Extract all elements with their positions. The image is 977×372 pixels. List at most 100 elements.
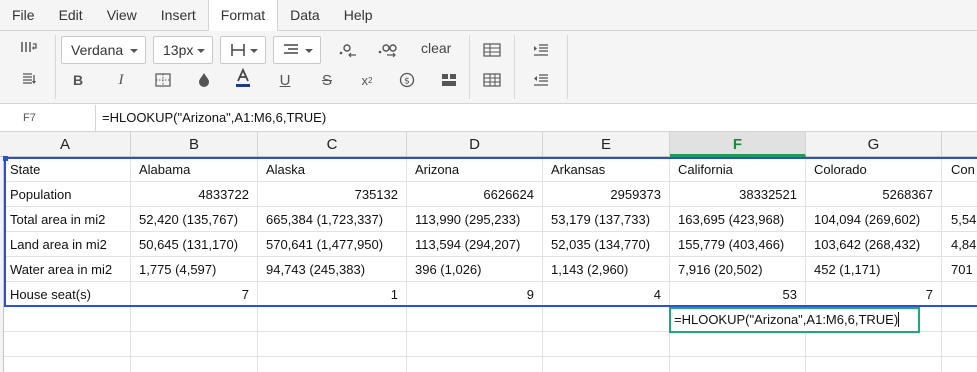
cell-c3[interactable]: 665,384 (1,723,337) — [258, 207, 407, 232]
font-size-dropdown[interactable]: 13px — [153, 36, 213, 64]
selection-handle[interactable] — [3, 156, 8, 161]
menu-format[interactable]: Format — [207, 0, 279, 32]
table-grid-icon[interactable] — [479, 68, 505, 92]
cell-e2[interactable]: 2959373 — [543, 182, 670, 207]
column-header-h[interactable] — [942, 132, 977, 157]
column-header-a[interactable]: A — [0, 132, 131, 157]
superscript-icon[interactable]: x2 — [354, 68, 380, 92]
font-family-dropdown[interactable]: Verdana — [61, 36, 146, 64]
currency-icon[interactable]: $ — [394, 68, 420, 92]
cell-g9[interactable] — [806, 357, 942, 372]
cell-a4[interactable]: Land area in mi2 — [4, 232, 131, 257]
menu-help[interactable]: Help — [332, 0, 385, 31]
cell-c2[interactable]: 735132 — [258, 182, 407, 207]
cell-h8[interactable] — [942, 332, 977, 357]
cell-reference[interactable]: F7 — [0, 105, 96, 131]
cell-d7[interactable] — [407, 307, 543, 332]
clear-button[interactable]: clear — [421, 40, 451, 56]
cell-f8[interactable] — [670, 332, 806, 357]
cell-h5[interactable]: 701 — [942, 257, 977, 282]
cell-c6[interactable]: 1 — [258, 282, 407, 307]
cell-b7[interactable] — [131, 307, 258, 332]
cell-d5[interactable]: 396 (1,026) — [407, 257, 543, 282]
cell-e9[interactable] — [543, 357, 670, 372]
decrease-decimal-icon[interactable] — [335, 38, 361, 62]
cell-h4[interactable]: 4,84 — [942, 232, 977, 257]
menu-insert[interactable]: Insert — [149, 0, 208, 31]
increase-decimal-icon[interactable] — [376, 38, 402, 62]
menu-data[interactable]: Data — [278, 0, 332, 31]
column-header-d[interactable]: D — [407, 132, 543, 157]
cell-e6[interactable]: 4 — [543, 282, 670, 307]
cell-h3[interactable]: 5,54 — [942, 207, 977, 232]
cell-a1[interactable]: State — [4, 157, 131, 182]
cell-a8[interactable] — [4, 332, 131, 357]
cell-c7[interactable] — [258, 307, 407, 332]
align-middle-icon[interactable] — [16, 67, 42, 91]
merge-cells-icon[interactable] — [436, 68, 462, 92]
strikethrough-icon[interactable]: S — [314, 68, 340, 92]
wrap-text-icon[interactable] — [16, 36, 42, 60]
menu-view[interactable]: View — [95, 0, 149, 31]
bold-icon[interactable]: B — [65, 68, 91, 92]
cell-e7[interactable] — [543, 307, 670, 332]
cell-c9[interactable] — [258, 357, 407, 372]
cell-f2[interactable]: 38332521 — [670, 182, 806, 207]
cell-g2[interactable]: 5268367 — [806, 182, 942, 207]
column-header-c[interactable]: C — [258, 132, 407, 157]
cell-b3[interactable]: 52,420 (135,767) — [131, 207, 258, 232]
cell-g8[interactable] — [806, 332, 942, 357]
underline-icon[interactable]: U — [272, 68, 298, 92]
cell-d3[interactable]: 113,990 (295,233) — [407, 207, 543, 232]
cell-a6[interactable]: House seat(s) — [4, 282, 131, 307]
fill-color-icon[interactable] — [191, 68, 217, 92]
cell-editor[interactable]: =HLOOKUP("Arizona",A1:M6,6,TRUE) — [669, 307, 920, 333]
cell-g4[interactable]: 103,642 (268,432) — [806, 232, 942, 257]
column-header-b[interactable]: B — [131, 132, 258, 157]
cell-c5[interactable]: 94,743 (245,383) — [258, 257, 407, 282]
align-dropdown[interactable] — [273, 36, 321, 64]
cell-c1[interactable]: Alaska — [258, 157, 407, 182]
column-header-g[interactable]: G — [806, 132, 942, 157]
cell-b8[interactable] — [131, 332, 258, 357]
column-header-f[interactable]: F — [670, 132, 806, 157]
border-dropdown[interactable] — [220, 36, 266, 64]
cell-h2[interactable] — [942, 182, 977, 207]
cell-g5[interactable]: 452 (1,171) — [806, 257, 942, 282]
cell-e1[interactable]: Arkansas — [543, 157, 670, 182]
cell-c4[interactable]: 570,641 (1,477,950) — [258, 232, 407, 257]
cell-a7[interactable] — [4, 307, 131, 332]
cell-a5[interactable]: Water area in mi2 — [4, 257, 131, 282]
cell-g6[interactable]: 7 — [806, 282, 942, 307]
menu-file[interactable]: File — [0, 0, 47, 31]
italic-icon[interactable]: I — [108, 68, 134, 92]
cell-b2[interactable]: 4833722 — [131, 182, 258, 207]
menu-edit[interactable]: Edit — [47, 0, 95, 31]
cell-g3[interactable]: 104,094 (269,602) — [806, 207, 942, 232]
cell-h9[interactable] — [942, 357, 977, 372]
font-color-icon[interactable] — [230, 66, 256, 90]
cell-b9[interactable] — [131, 357, 258, 372]
cell-e3[interactable]: 53,179 (137,733) — [543, 207, 670, 232]
cell-e4[interactable]: 52,035 (134,770) — [543, 232, 670, 257]
indent-increase-icon[interactable] — [528, 38, 554, 62]
cell-h6[interactable] — [942, 282, 977, 307]
cell-e5[interactable]: 1,143 (2,960) — [543, 257, 670, 282]
cell-a9[interactable] — [4, 357, 131, 372]
cell-d9[interactable] — [407, 357, 543, 372]
cell-f1[interactable]: California — [670, 157, 806, 182]
cell-d6[interactable]: 9 — [407, 282, 543, 307]
cell-borders-icon[interactable] — [150, 68, 176, 92]
cell-b1[interactable]: Alabama — [131, 157, 258, 182]
cell-h7[interactable] — [942, 307, 977, 332]
indent-decrease-icon[interactable] — [528, 68, 554, 92]
cell-f5[interactable]: 7,916 (20,502) — [670, 257, 806, 282]
cell-b6[interactable]: 7 — [131, 282, 258, 307]
cell-d4[interactable]: 113,594 (294,207) — [407, 232, 543, 257]
cell-f9[interactable] — [670, 357, 806, 372]
cell-h1[interactable]: Con — [942, 157, 977, 182]
cell-b5[interactable]: 1,775 (4,597) — [131, 257, 258, 282]
cell-d1[interactable]: Arizona — [407, 157, 543, 182]
cell-d2[interactable]: 6626624 — [407, 182, 543, 207]
column-header-e[interactable]: E — [543, 132, 670, 157]
